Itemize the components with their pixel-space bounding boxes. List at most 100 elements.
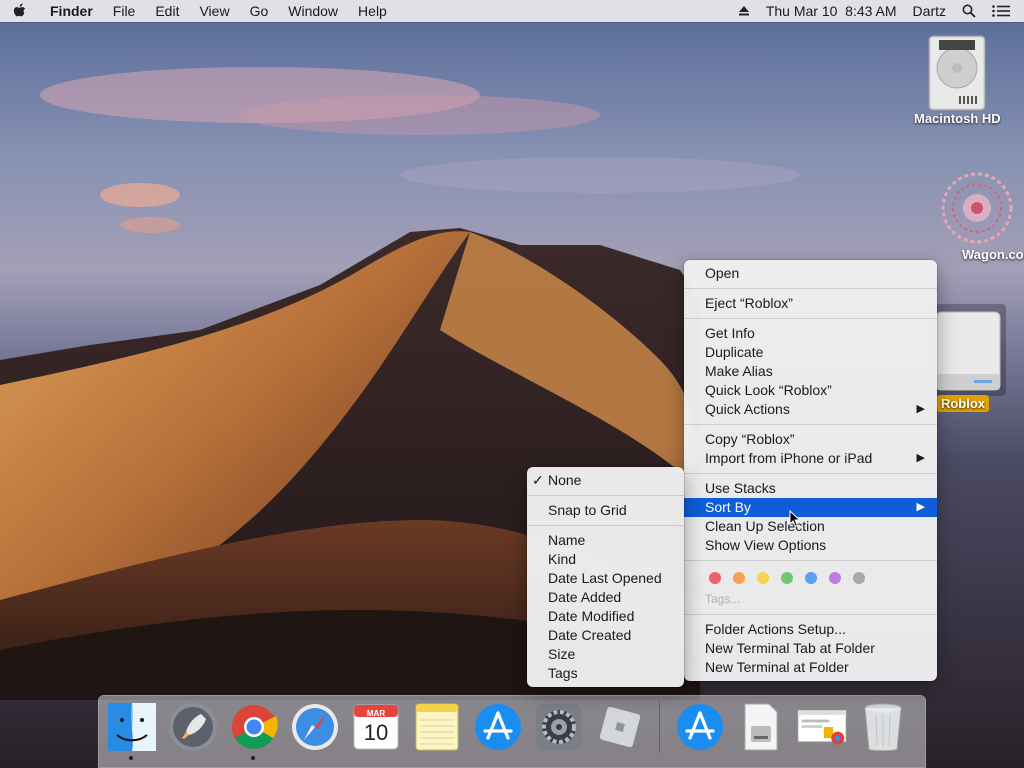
menu-item-view-options[interactable]: Show View Options [684, 536, 937, 555]
trash-icon [864, 703, 902, 751]
safari-compass-icon [292, 704, 338, 750]
menu-item-clean-up[interactable]: Clean Up Selection [684, 517, 937, 536]
dock-app-store-installer[interactable] [674, 701, 726, 753]
menu-item-tags[interactable]: Tags... [684, 590, 937, 609]
menu-item-label: Sort By [705, 499, 751, 515]
calendar-month: MAR [366, 709, 386, 718]
dock-chrome[interactable] [228, 701, 280, 760]
sort-item-snap-to-grid[interactable]: Snap to Grid [527, 501, 684, 520]
dock-downloads-stack[interactable] [796, 701, 848, 753]
dock-trash[interactable] [857, 701, 909, 753]
running-indicator [129, 756, 133, 760]
menu-separator [684, 318, 937, 319]
menu-item-make-alias[interactable]: Make Alias [684, 362, 937, 381]
menu-clock[interactable]: Thu Mar 10 8:43 AM [758, 0, 905, 22]
apple-menu-icon[interactable] [0, 3, 40, 19]
sort-item-date-last-opened[interactable]: Date Last Opened [527, 569, 684, 588]
calendar-day: 10 [363, 720, 389, 745]
desktop-icon-roblox[interactable]: Roblox [930, 304, 1006, 412]
dock-disk-image[interactable] [735, 701, 787, 753]
mouse-cursor-icon [789, 510, 801, 528]
menu-bar: Finder File Edit View Go Window Help Thu… [0, 0, 1024, 22]
menu-item-label: None [548, 472, 582, 488]
app-store-download-icon [677, 704, 723, 750]
tag-purple-icon[interactable] [829, 572, 841, 584]
menu-item-folder-actions[interactable]: Folder Actions Setup... [684, 620, 937, 639]
menu-app-finder[interactable]: Finder [40, 0, 103, 22]
dock-finder[interactable] [106, 701, 158, 760]
menu-item-quick-actions[interactable]: Quick Actions ▶ [684, 400, 937, 419]
sort-item-name[interactable]: Name [527, 531, 684, 550]
menu-item-sort-by[interactable]: Sort By ▶ [684, 498, 937, 517]
menu-item-get-info[interactable]: Get Info [684, 324, 937, 343]
app-store-icon [475, 704, 521, 750]
menu-item-eject[interactable]: Eject “Roblox” [684, 294, 937, 313]
menu-item-quick-look[interactable]: Quick Look “Roblox” [684, 381, 937, 400]
menu-item-new-terminal-tab[interactable]: New Terminal Tab at Folder [684, 639, 937, 658]
menu-item-new-terminal[interactable]: New Terminal at Folder [684, 658, 937, 677]
tag-blue-icon[interactable] [805, 572, 817, 584]
menu-separator [527, 495, 684, 496]
sort-item-kind[interactable]: Kind [527, 550, 684, 569]
menu-view[interactable]: View [189, 0, 239, 22]
menu-window[interactable]: Window [278, 0, 348, 22]
menu-separator [684, 424, 937, 425]
dock: MAR 10 [98, 695, 926, 768]
hard-drive-icon [928, 35, 986, 111]
sort-item-none[interactable]: ✓ None [527, 471, 684, 490]
dock-system-preferences[interactable] [533, 701, 585, 753]
finder-icon [108, 703, 156, 751]
launchpad-rocket-icon [169, 703, 217, 751]
notification-center-icon[interactable] [984, 5, 1024, 17]
dock-notes[interactable] [411, 701, 463, 753]
sort-by-submenu: ✓ None Snap to Grid Name Kind Date Last … [527, 467, 684, 687]
menu-item-copy[interactable]: Copy “Roblox” [684, 430, 937, 449]
menu-help[interactable]: Help [348, 0, 397, 22]
desktop-icon-macintosh-hd[interactable]: Macintosh HD [910, 32, 1005, 127]
downloads-stack-icon [797, 709, 847, 745]
chrome-icon [232, 705, 278, 749]
desktop-icon-wagon[interactable]: Wagon.com [914, 168, 1024, 263]
menu-separator [684, 473, 937, 474]
tag-green-icon[interactable] [781, 572, 793, 584]
tag-gray-icon[interactable] [853, 572, 865, 584]
sort-item-date-added[interactable]: Date Added [527, 588, 684, 607]
menu-go[interactable]: Go [240, 0, 279, 22]
desktop-icon-label: Wagon.com [962, 247, 1024, 262]
notes-icon [415, 703, 459, 751]
menu-separator [527, 525, 684, 526]
eject-icon[interactable] [730, 5, 758, 17]
spotlight-search-icon[interactable] [954, 4, 984, 18]
dock-safari[interactable] [289, 701, 341, 753]
tag-yellow-icon[interactable] [757, 572, 769, 584]
disk-image-icon [930, 304, 1006, 396]
menu-separator [684, 614, 937, 615]
tag-red-icon[interactable] [709, 572, 721, 584]
context-menu: Open Eject “Roblox” Get Info Duplicate M… [684, 260, 937, 681]
menu-item-label: Import from iPhone or iPad [705, 450, 873, 466]
sort-item-size[interactable]: Size [527, 645, 684, 664]
menu-item-import[interactable]: Import from iPhone or iPad ▶ [684, 449, 937, 468]
dock-roblox[interactable] [594, 701, 646, 753]
submenu-arrow-icon: ▶ [916, 501, 925, 513]
menu-edit[interactable]: Edit [145, 0, 189, 22]
submenu-arrow-icon: ▶ [916, 403, 925, 415]
menu-user[interactable]: Dartz [905, 0, 954, 22]
menu-item-duplicate[interactable]: Duplicate [684, 343, 937, 362]
roblox-icon [599, 706, 641, 748]
desktop-icon-label: Roblox [936, 395, 990, 412]
tag-orange-icon[interactable] [733, 572, 745, 584]
menu-separator [684, 288, 937, 289]
menu-item-label: Quick Actions [705, 401, 790, 417]
sort-item-date-created[interactable]: Date Created [527, 626, 684, 645]
menu-item-use-stacks[interactable]: Use Stacks [684, 479, 937, 498]
menu-file[interactable]: File [103, 0, 146, 22]
dock-calendar[interactable]: MAR 10 [350, 701, 402, 753]
dock-app-store[interactable] [472, 701, 524, 753]
running-indicator [251, 756, 255, 760]
sort-item-date-modified[interactable]: Date Modified [527, 607, 684, 626]
dock-launchpad[interactable] [167, 701, 219, 753]
sort-item-tags[interactable]: Tags [527, 664, 684, 683]
menu-item-open[interactable]: Open [684, 264, 937, 283]
wagon-file-icon [941, 172, 1013, 244]
